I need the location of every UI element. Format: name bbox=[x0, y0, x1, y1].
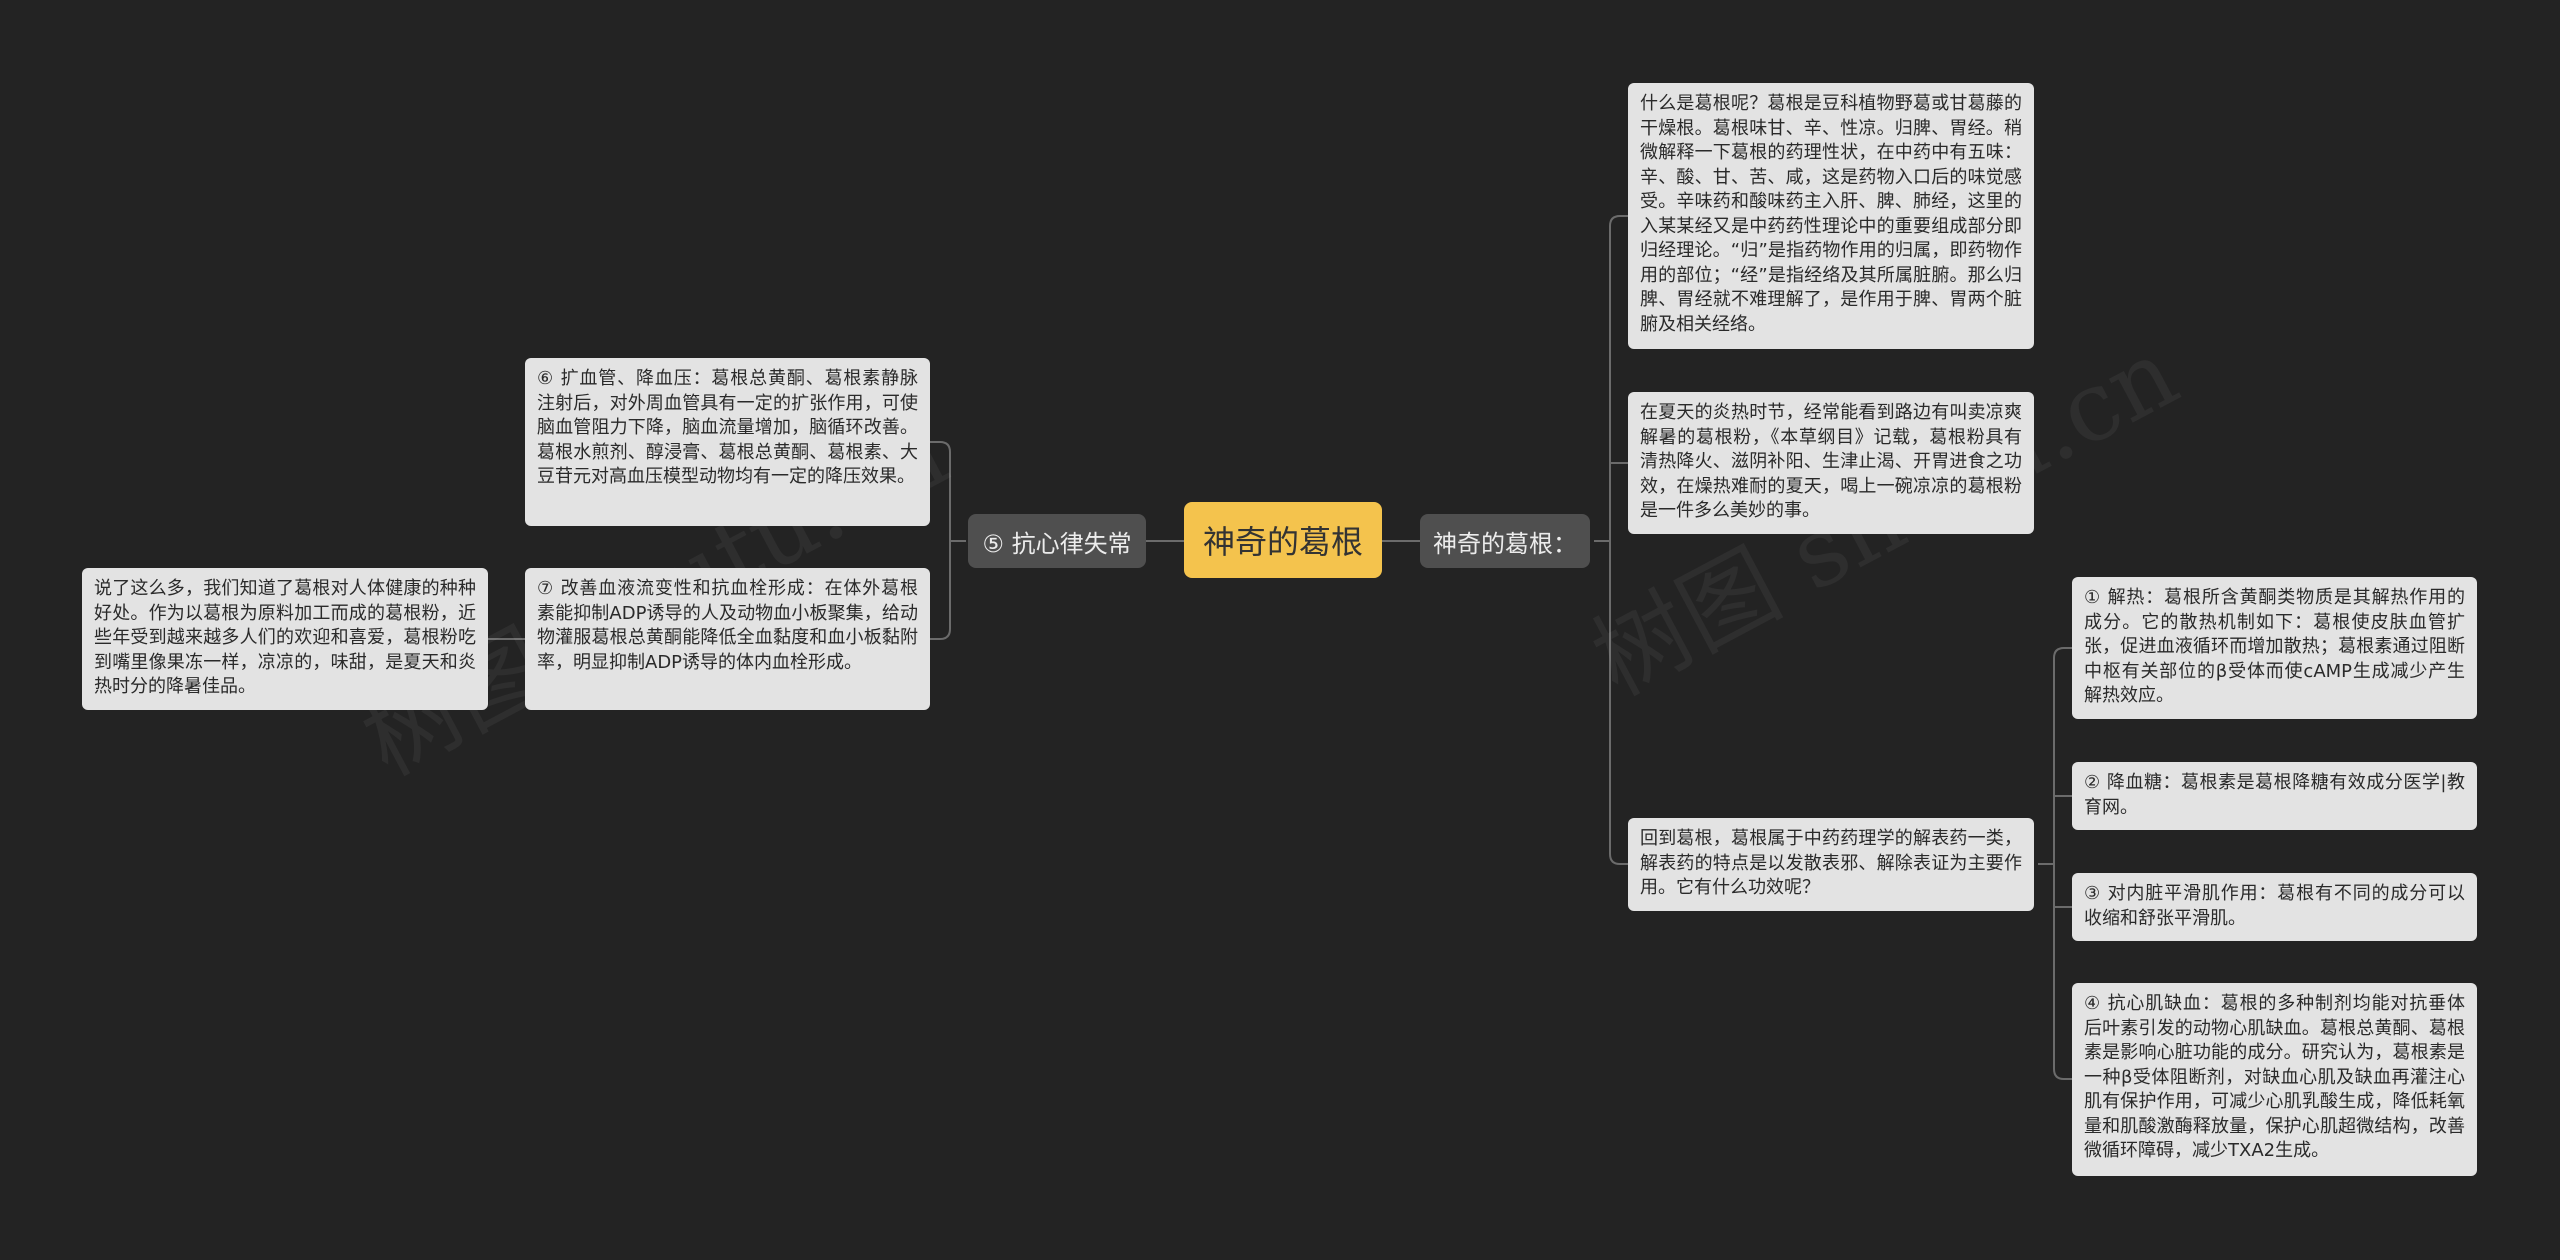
leaf-exterior-releasing[interactable]: 回到葛根，葛根属于中药药理学的解表药一类，解表药的特点是以发散表邪、解除表证为主… bbox=[1628, 818, 2034, 911]
leaf-effect-smooth-muscle[interactable]: ③ 对内脏平滑肌作用：葛根有不同的成分可以收缩和舒张平滑肌。 bbox=[2072, 873, 2477, 941]
leaf-what-is-kudzu[interactable]: 什么是葛根呢？葛根是豆科植物野葛或甘葛藤的干燥根。葛根味甘、辛、性凉。归脾、胃经… bbox=[1628, 83, 2034, 349]
leaf-summer-kudzu-powder[interactable]: 在夏天的炎热时节，经常能看到路边有叫卖凉爽解暑的葛根粉，《本草纲目》记载，葛根粉… bbox=[1628, 392, 2034, 534]
link-right-children bbox=[1609, 215, 1628, 227]
link-effects bbox=[2053, 1068, 2072, 1080]
leaf-effect-myocardial-ischemia[interactable]: ④ 抗心肌缺血：葛根的多种制剂均能对抗垂体后叶素引发的动物心肌缺血。葛根总黄酮、… bbox=[2072, 983, 2477, 1176]
leaf-vasodilation[interactable]: ⑥ 扩血管、降血压：葛根总黄酮、葛根素静脉注射后，对外周血管具有一定的扩张作用，… bbox=[525, 358, 930, 526]
link-left-children bbox=[930, 441, 951, 453]
center-topic[interactable]: 神奇的葛根 bbox=[1184, 502, 1382, 578]
mindmap-canvas: 树图 shutu.cn 树图 shutu.cn 神奇的葛根 ⑤ 抗心律失常 神奇… bbox=[0, 0, 2560, 1260]
leaf-conclusion[interactable]: 说了这么多，我们知道了葛根对人体健康的种种好处。作为以葛根为原料加工而成的葛根粉… bbox=[82, 568, 488, 710]
link-right-children bbox=[1609, 853, 1628, 865]
link-left-children bbox=[930, 628, 951, 640]
leaf-effect-hypoglycemic[interactable]: ② 降血糖：葛根素是葛根降糖有效成分医学|教育网。 bbox=[2072, 762, 2477, 830]
branch-antiarrhythmia[interactable]: ⑤ 抗心律失常 bbox=[968, 514, 1146, 568]
link-effects bbox=[2053, 647, 2072, 659]
leaf-effect-antipyretic[interactable]: ① 解热：葛根所含黄酮类物质是其解热作用的成分。它的散热机制如下：葛根使皮肤血管… bbox=[2072, 577, 2477, 719]
branch-magic-kudzu[interactable]: 神奇的葛根： bbox=[1420, 514, 1590, 568]
leaf-antithrombosis[interactable]: ⑦ 改善血液流变性和抗血栓形成：在体外葛根素能抑制ADP诱导的人及动物血小板聚集… bbox=[525, 568, 930, 710]
